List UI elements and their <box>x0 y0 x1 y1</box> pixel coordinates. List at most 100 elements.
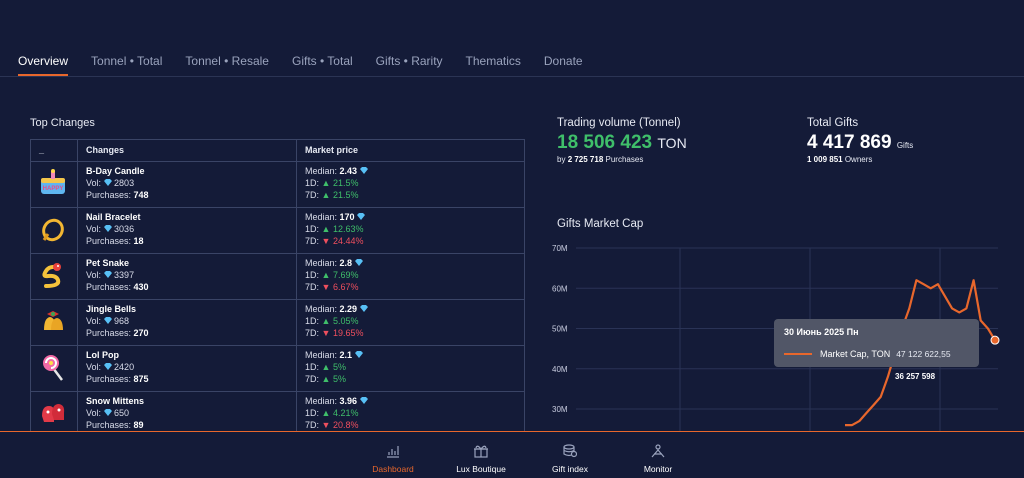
median-label: Median: <box>305 396 338 406</box>
tab-gifts-rarity[interactable]: Gifts • Rarity <box>376 54 443 76</box>
y-tick-label: 70M <box>552 244 568 253</box>
arrow-down-icon: ▼ <box>321 328 331 338</box>
table-row[interactable]: Nail Bracelet Vol: 3036 Purchases: 18 Me… <box>30 207 525 254</box>
d7-change: 24.44% <box>332 236 364 246</box>
d7-label: 7D: <box>305 420 320 430</box>
bottom-navigation: Dashboard Lux Boutique Gift index Monito… <box>0 431 1024 478</box>
table-row[interactable]: Jingle Bells Vol: 968 Purchases: 270 Med… <box>30 299 525 346</box>
d1-change: 12.63% <box>332 224 364 234</box>
lollipop-icon <box>43 355 63 381</box>
tab-tonnel-total[interactable]: Tonnel • Total <box>91 54 162 76</box>
tooltip-series-name: Market Cap, TON <box>820 349 891 359</box>
purchases-value: 18 <box>133 236 144 246</box>
total-gifts-unit: Gifts <box>896 141 914 150</box>
chart-tooltip: 30 Июнь 2025 Пн Market Cap, TON 47 122 6… <box>774 319 979 367</box>
d7-label: 7D: <box>305 328 320 338</box>
total-gifts-label: Total Gifts <box>807 117 859 129</box>
vol-value: 2420 <box>114 362 135 372</box>
table-row[interactable]: Pet Snake Vol: 3397 Purchases: 430 Media… <box>30 253 525 300</box>
arrow-up-icon: ▲ <box>321 190 331 200</box>
gift-market-cell: Median: 2.1 1D: ▲ 5% 7D: ▲ 5% <box>296 345 525 392</box>
tooltip-value: 47 122 622,55 <box>896 349 951 359</box>
vol-value: 3036 <box>114 224 135 234</box>
ton-diamond-icon <box>103 271 112 278</box>
purchases-label: Purchases: <box>86 190 132 200</box>
median-label: Median: <box>305 212 338 222</box>
arrow-up-icon: ▲ <box>321 408 331 418</box>
gift-market-cell: Median: 170 1D: ▲ 12.63% 7D: ▼ 24.44% <box>296 207 525 254</box>
purchases-label: Purchases: <box>86 282 132 292</box>
tooltip-date: 30 Июнь 2025 Пн <box>784 327 859 337</box>
arrow-up-icon: ▲ <box>321 374 331 384</box>
nav-lux-boutique[interactable]: Lux Boutique <box>441 444 521 474</box>
d1-label: 1D: <box>305 316 320 326</box>
table-row[interactable]: Lol Pop Vol: 2420 Purchases: 875 Median:… <box>30 345 525 392</box>
trading-volume-label: Trading volume (Tonnel) <box>557 117 681 129</box>
d7-change: 20.8% <box>332 420 359 430</box>
purchases-label: Purchases: <box>86 236 132 246</box>
tab-gifts-total[interactable]: Gifts • Total <box>292 54 353 76</box>
vol-label: Vol: <box>86 316 102 326</box>
arrow-down-icon: ▼ <box>321 282 331 292</box>
trading-volume-unit: TON <box>657 135 687 151</box>
table-row[interactable]: HAPPY B-Day Candle Vol: 2803 Purchases: … <box>30 161 525 208</box>
d1-change: 4.21% <box>332 408 359 418</box>
nav-gift-index[interactable]: Gift index <box>530 444 610 474</box>
vol-value: 968 <box>114 316 130 326</box>
header-market-price[interactable]: Market price <box>296 139 525 162</box>
ton-diamond-icon <box>357 213 366 220</box>
purchases-value: 89 <box>133 420 144 430</box>
tab-thematics[interactable]: Thematics <box>466 54 521 76</box>
gift-name: Pet Snake <box>86 258 130 268</box>
d7-label: 7D: <box>305 236 320 246</box>
median-label: Median: <box>305 166 338 176</box>
tab-donate[interactable]: Donate <box>544 54 583 76</box>
vol-label: Vol: <box>86 408 102 418</box>
header-changes[interactable]: Changes <box>77 139 297 162</box>
tab-tonnel-resale[interactable]: Tonnel • Resale <box>185 54 269 76</box>
owners-sub: 1 009 851 Owners <box>807 155 872 164</box>
median-label: Median: <box>305 304 338 314</box>
d1-change: 7.69% <box>332 270 359 280</box>
chart-title: Gifts Market Cap <box>557 218 644 230</box>
d7-change: 21.5% <box>332 190 359 200</box>
gift-changes-cell: Nail Bracelet Vol: 3036 Purchases: 18 <box>77 207 297 254</box>
purchases-value: 875 <box>133 374 149 384</box>
tab-overview[interactable]: Overview <box>18 54 69 76</box>
y-tick-label: 50M <box>552 325 568 334</box>
point-annotation: 36 257 598 <box>895 372 936 381</box>
y-tick-label: 30M <box>552 405 568 414</box>
ton-diamond-icon <box>103 317 112 324</box>
purchases-count: 2 725 718 <box>567 155 604 164</box>
gift-changes-cell: Lol Pop Vol: 2420 Purchases: 875 <box>77 345 297 392</box>
median-value: 2.1 <box>339 350 353 360</box>
median-value: 2.43 <box>339 166 358 176</box>
gift-icon-cell: HAPPY <box>30 161 78 208</box>
coin-stack-icon <box>563 444 577 458</box>
purchases-label: Purchases: <box>86 420 132 430</box>
ton-diamond-icon <box>354 351 363 358</box>
gift-changes-cell: B-Day Candle Vol: 2803 Purchases: 748 <box>77 161 297 208</box>
nav-label-monitor: Monitor <box>643 464 673 474</box>
vol-label: Vol: <box>86 362 102 372</box>
nav-dashboard[interactable]: Dashboard <box>353 444 433 474</box>
d7-label: 7D: <box>305 282 320 292</box>
arrow-up-icon: ▲ <box>321 316 331 326</box>
gift-changes-cell: Pet Snake Vol: 3397 Purchases: 430 <box>77 253 297 300</box>
ton-diamond-icon <box>354 259 363 266</box>
gift-name: Jingle Bells <box>86 304 137 314</box>
d7-change: 5% <box>332 374 346 384</box>
purchases-label: Purchases: <box>86 374 132 384</box>
svg-text:HAPPY: HAPPY <box>43 186 64 192</box>
pet-snake-icon <box>42 263 61 288</box>
nav-label-dashboard: Dashboard <box>372 464 414 474</box>
y-tick-label: 60M <box>552 284 568 293</box>
owners-suffix: Owners <box>844 155 873 164</box>
ton-diamond-icon <box>103 409 112 416</box>
gift-name: Snow Mittens <box>86 396 144 406</box>
header-icon[interactable]: _ <box>30 139 78 162</box>
nav-monitor[interactable]: Monitor <box>618 444 698 474</box>
vol-label: Vol: <box>86 224 102 234</box>
d1-label: 1D: <box>305 408 320 418</box>
arrow-down-icon: ▼ <box>321 420 331 430</box>
